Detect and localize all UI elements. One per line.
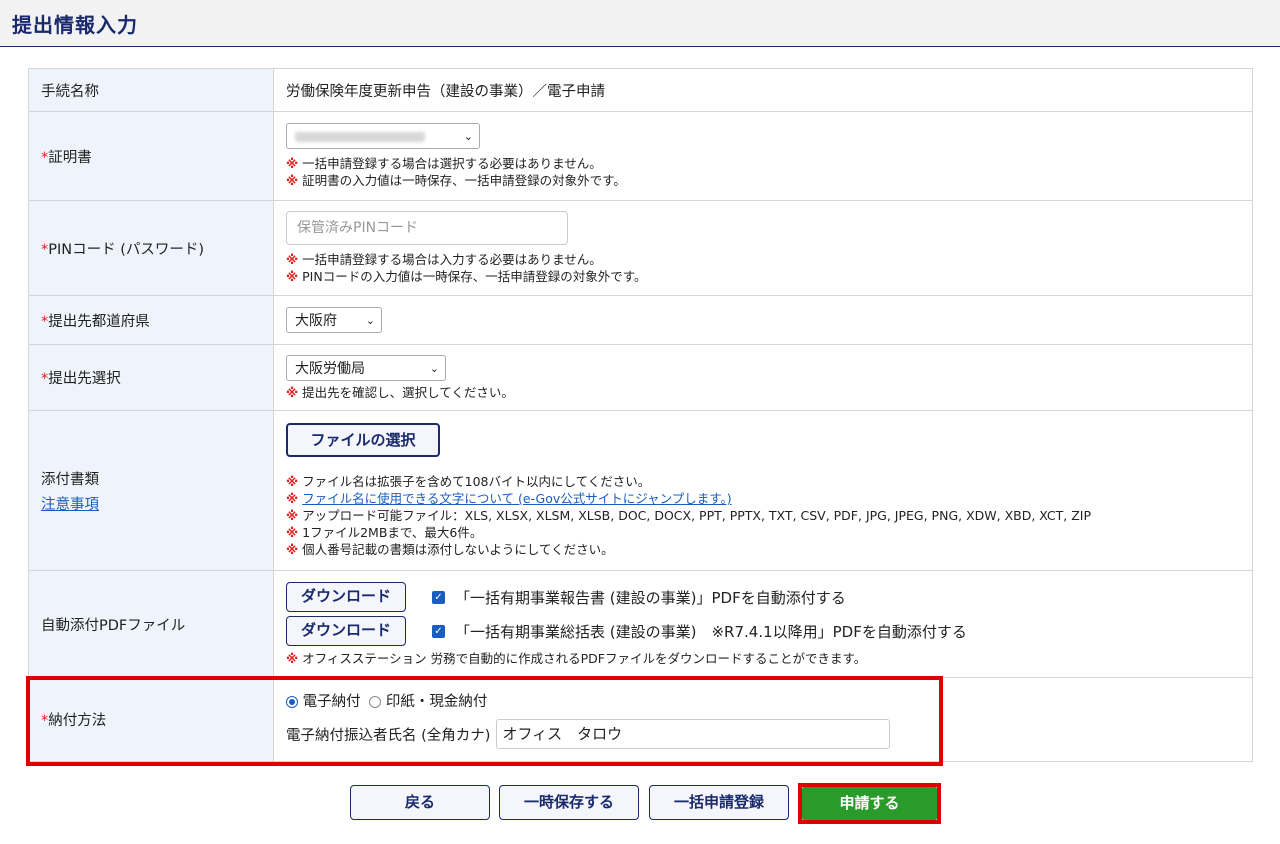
- chevron-down-icon: ⌄: [365, 314, 375, 327]
- attach-note-1: ファイル名は拡張子を含めて108バイト以内にしてください。: [302, 474, 651, 489]
- note-mark: ※: [286, 474, 299, 489]
- row-payment: *納付方法 電子納付 印紙・現金納付 電子納付振込者氏名 (全角カナ) オフィス…: [28, 677, 1253, 762]
- destination-selected: 大阪労働局: [295, 360, 365, 377]
- page-header: 提出情報入力: [0, 0, 1280, 47]
- prefecture-label: 提出先都道府県: [48, 313, 150, 330]
- certificate-note-1: 一括申請登録する場合は選択する必要はありません。: [302, 156, 602, 171]
- submit-button[interactable]: 申請する: [802, 787, 937, 820]
- note-mark: ※: [286, 269, 299, 284]
- electronic-payment-label: 電子納付: [302, 694, 361, 710]
- allowed-characters-link[interactable]: ファイル名に使用できる文字について (e-Gov公式サイトにジャンプします。): [302, 491, 732, 506]
- row-certificate: *証明書 ⌄ ※ 一括申請登録する場合は選択する必要はありません。 ※ 証明書の…: [28, 111, 1253, 201]
- pin-note-2: PINコードの入力値は一時保存、一括申請登録の対象外です。: [302, 269, 647, 284]
- save-button[interactable]: 一時保存する: [499, 785, 639, 820]
- prefecture-select[interactable]: 大阪府 ⌄: [286, 307, 382, 333]
- pin-input[interactable]: 保管済みPINコード: [286, 211, 568, 245]
- row-attachments: 添付書類 注意事項 ファイルの選択 ※ ファイル名は拡張子を含めて108バイト以…: [28, 410, 1253, 571]
- attachments-label: 添付書類: [41, 471, 99, 488]
- page-title: 提出情報入力: [12, 13, 138, 37]
- radio-electronic-payment[interactable]: [286, 696, 298, 708]
- procedure-label: 手続名称: [28, 68, 274, 112]
- pin-label: PINコード (パスワード): [48, 241, 205, 258]
- row-pin: *PINコード (パスワード) 保管済みPINコード ※ 一括申請登録する場合は…: [28, 200, 1253, 296]
- destination-select[interactable]: 大阪労働局 ⌄: [286, 354, 446, 381]
- auto-pdf-item-1: ダウンロード ✓ 「一括有期事業報告書 (建設の事業)」PDFを自動添付する: [286, 581, 1251, 613]
- note-mark: ※: [286, 651, 299, 666]
- auto-pdf-note: オフィスステーション 労務で自動的に作成されるPDFファイルをダウンロードするこ…: [302, 651, 867, 666]
- destination-note: 提出先を確認し、選択してください。: [302, 384, 514, 400]
- bulk-register-button[interactable]: 一括申請登録: [649, 785, 789, 820]
- attach-note-5: 個人番号記載の書類は添付しないようにしてください。: [302, 542, 614, 557]
- radio-paper-payment[interactable]: [369, 696, 382, 708]
- auto-pdf-label: 自動添付PDFファイル: [28, 570, 274, 678]
- row-destination: *提出先選択 大阪労働局 ⌄ ※ 提出先を確認し、選択してください。: [28, 344, 1253, 411]
- chevron-down-icon: ⌄: [463, 130, 473, 143]
- pin-note-1: 一括申請登録する場合は入力する必要はありません。: [302, 252, 602, 267]
- payment-label: 納付方法: [48, 713, 107, 729]
- submission-form: 手続名称 労働保険年度更新申告（建設の事業）／電子申請 *証明書 ⌄ ※ 一括申…: [28, 68, 1253, 762]
- auto-attach-checkbox-2[interactable]: ✓: [432, 624, 445, 638]
- attach-note-3: アップロード可能ファイル：XLS, XLSX, XLSM, XLSB, DOC,…: [302, 508, 1092, 523]
- paper-payment-label: 印紙・現金納付: [385, 694, 488, 710]
- note-mark: ※: [286, 491, 299, 506]
- auto-attach-checkbox-1[interactable]: ✓: [432, 590, 445, 604]
- auto-attach-text-2: 「一括有期事業総括表 (建設の事業) ※R7.4.1以降用」PDFを自動添付する: [455, 622, 967, 641]
- note-mark: ※: [286, 542, 299, 557]
- download-button[interactable]: ダウンロード: [286, 582, 406, 612]
- prefecture-selected: 大阪府: [295, 313, 337, 329]
- file-select-button[interactable]: ファイルの選択: [286, 423, 440, 457]
- auto-pdf-item-2: ダウンロード ✓ 「一括有期事業総括表 (建設の事業) ※R7.4.1以降用」P…: [286, 614, 1251, 648]
- note-mark: ※: [286, 173, 299, 188]
- note-mark: ※: [286, 508, 299, 523]
- certificate-label: 証明書: [48, 149, 92, 166]
- submit-highlight-box: 申請する: [798, 783, 941, 824]
- download-button[interactable]: ダウンロード: [286, 616, 406, 646]
- note-mark: ※: [286, 252, 299, 267]
- note-mark: ※: [286, 384, 299, 400]
- auto-attach-text-1: 「一括有期事業報告書 (建設の事業)」PDFを自動添付する: [455, 588, 846, 607]
- payer-name-label: 電子納付振込者氏名 (全角カナ): [286, 727, 491, 744]
- back-button[interactable]: 戻る: [350, 785, 490, 820]
- row-prefecture: *提出先都道府県 大阪府 ⌄: [28, 295, 1253, 345]
- caution-link[interactable]: 注意事項: [41, 493, 272, 514]
- attach-note-4: 1ファイル2MBまで、最大6件。: [302, 525, 483, 540]
- destination-label: 提出先選択: [48, 371, 121, 387]
- certificate-note-2: 証明書の入力値は一時保存、一括申請登録の対象外です。: [302, 173, 626, 188]
- row-auto-pdf: 自動添付PDFファイル ダウンロード ✓ 「一括有期事業報告書 (建設の事業)」…: [28, 570, 1253, 678]
- blurred-certificate-value: [295, 132, 425, 142]
- row-procedure: 手続名称 労働保険年度更新申告（建設の事業）／電子申請: [28, 68, 1253, 112]
- note-mark: ※: [286, 156, 299, 171]
- note-mark: ※: [286, 525, 299, 540]
- payer-name-input[interactable]: オフィス タロウ: [496, 719, 891, 749]
- certificate-select[interactable]: ⌄: [286, 123, 480, 149]
- chevron-down-icon: ⌄: [429, 361, 439, 375]
- procedure-value: 労働保険年度更新申告（建設の事業）／電子申請: [273, 68, 1253, 112]
